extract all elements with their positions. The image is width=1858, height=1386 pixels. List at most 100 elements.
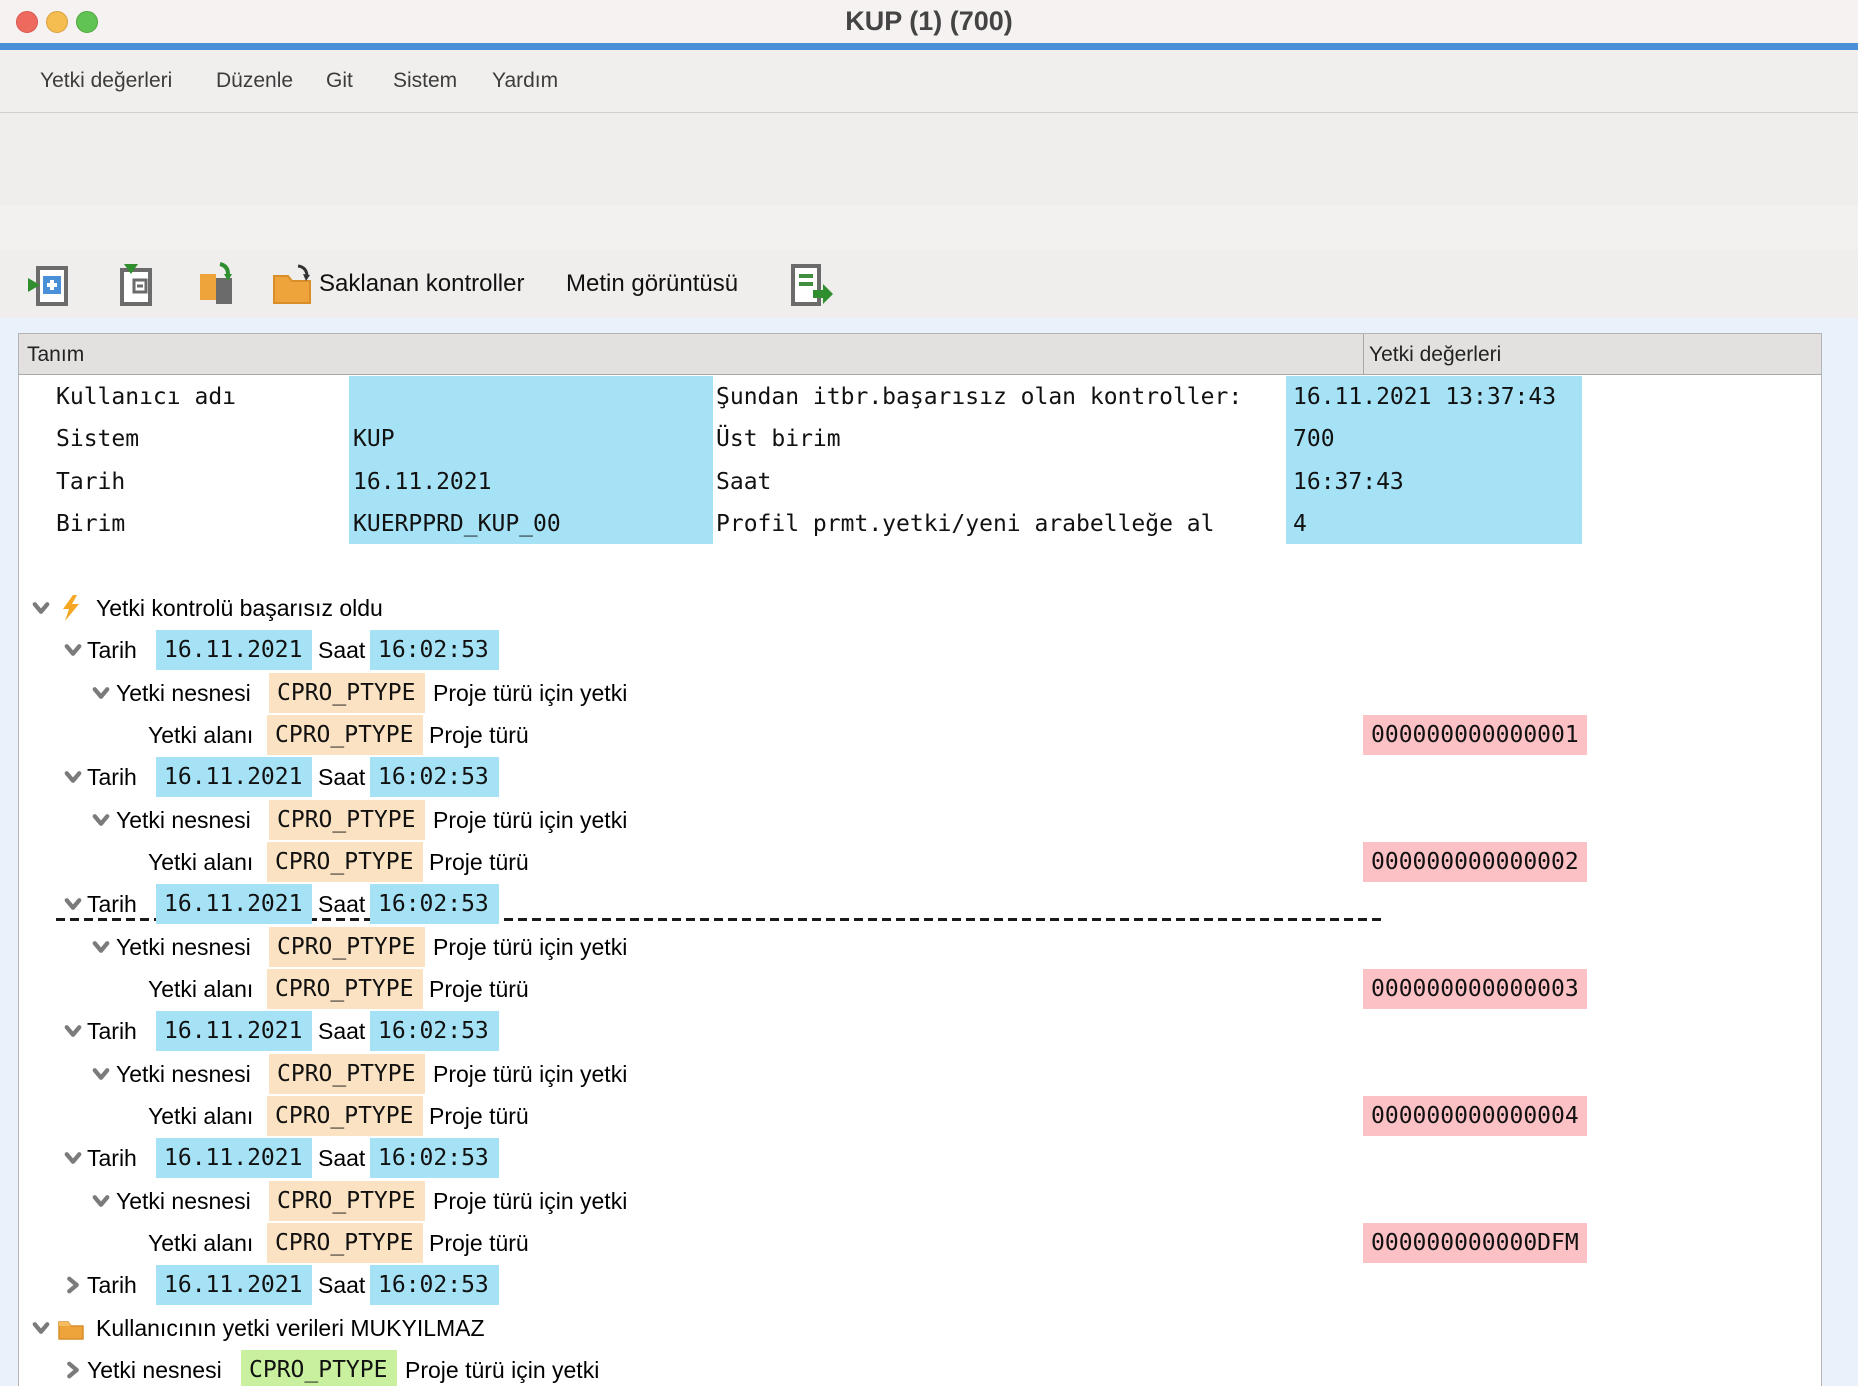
menu-yardim[interactable]: Yardım xyxy=(488,50,562,112)
tree-row-alan: Yetki alanıCPRO_PTYPEProje türü000000000… xyxy=(19,841,1823,883)
tree-node-expanded-icon[interactable] xyxy=(91,1064,111,1084)
tree-node-expanded-icon[interactable] xyxy=(63,767,83,787)
menu-git[interactable]: Git xyxy=(322,50,357,112)
saat-label: Saat xyxy=(318,756,365,798)
authorization-field-value: 000000000000001 xyxy=(1363,715,1587,755)
table-header: Tanım Yetki değerleri xyxy=(19,334,1821,375)
column-header-tanim[interactable]: Tanım xyxy=(27,334,84,375)
saved-checks-label[interactable]: Saklanan kontroller xyxy=(319,250,524,318)
tree-row-tarih: Tarih 16.11.2021Saat16:02:53 xyxy=(19,1264,1823,1306)
authorization-field-code: CPRO_PTYPE xyxy=(267,1223,423,1263)
menu-sistem[interactable]: Sistem xyxy=(389,50,461,112)
tree-row-alan: Yetki alanıCPRO_PTYPEProje türü000000000… xyxy=(19,1222,1823,1264)
tree-row-nesne: Yetki nesnesiCPRO_PTYPEProje türü için y… xyxy=(19,799,1823,841)
info-label2: Saat xyxy=(716,461,771,503)
saat-label: Saat xyxy=(318,883,365,925)
authorization-object-description: Proje türü için yetki xyxy=(433,926,627,968)
tarih-label: Tarih xyxy=(87,1264,137,1306)
tree-node-expanded-icon[interactable] xyxy=(63,894,83,914)
saat-time-value: 16:02:53 xyxy=(370,1138,499,1178)
yetki-alani-label: Yetki alanı xyxy=(148,714,253,756)
tree-row-nesne: Yetki nesnesiCPRO_PTYPEProje türü için y… xyxy=(19,1180,1823,1222)
authorization-data-table: Tanım Yetki değerleri Kullanıcı adı Şund… xyxy=(18,333,1822,1386)
authorization-object-code: CPRO_PTYPE xyxy=(241,1350,397,1386)
authorization-field-description: Proje türü xyxy=(429,968,529,1010)
info-value: KUP xyxy=(353,418,395,460)
tree-node-expanded-icon[interactable] xyxy=(91,937,111,957)
tree-row-alan: Yetki alanıCPRO_PTYPEProje türü000000000… xyxy=(19,968,1823,1010)
collapse-all-icon[interactable] xyxy=(112,262,158,313)
yetki-nesnesi-label: Yetki nesnesi xyxy=(116,1053,251,1095)
yetki-nesnesi-label: Yetki nesnesi xyxy=(116,672,251,714)
tree-row-nesne: Yetki nesnesiCPRO_PTYPEProje türü için y… xyxy=(19,672,1823,714)
saat-time-value: 16:02:53 xyxy=(370,757,499,797)
tarih-date-value: 16.11.2021 xyxy=(156,757,312,797)
menu-bar: Yetki değerleri Düzenle Git Sistem Yardı… xyxy=(0,50,1858,113)
authorization-object-description: Proje türü için yetki xyxy=(433,1180,627,1222)
menu-duzenle[interactable]: Düzenle xyxy=(212,50,297,112)
column-header-yetki-degerleri[interactable]: Yetki değerleri xyxy=(1369,334,1501,375)
info-value: 16.11.2021 xyxy=(353,461,491,503)
tree-node-collapsed-icon[interactable] xyxy=(63,1360,83,1380)
tarih-date-value: 16.11.2021 xyxy=(156,630,312,670)
saved-checks-button[interactable] xyxy=(270,262,316,313)
text-view-button[interactable]: Metin görüntüsü xyxy=(566,250,738,318)
tarih-label: Tarih xyxy=(87,1137,137,1179)
saat-time-value: 16:02:53 xyxy=(370,884,499,924)
authorization-field-value: 000000000000DFM xyxy=(1363,1223,1587,1263)
export-list-icon[interactable] xyxy=(787,262,833,313)
info-label2: Şundan itbr.başarısız olan kontroller: xyxy=(716,376,1242,418)
tree-row-group: Yetki kontrolü başarısız oldu xyxy=(19,587,1823,629)
tree-row-tarih: Tarih16.11.2021Saat16:02:53 xyxy=(19,1137,1823,1179)
tree-group-label: Kullanıcının yetki verileri MUKYILMAZ xyxy=(96,1307,485,1349)
tarih-label: Tarih xyxy=(87,629,137,671)
tree-node-collapsed-icon[interactable] xyxy=(63,1275,83,1295)
expand-all-icon[interactable] xyxy=(26,262,72,313)
authorization-field-code: CPRO_PTYPE xyxy=(267,715,423,755)
authorization-field-value: 000000000000002 xyxy=(1363,842,1587,882)
authorization-field-description: Proje türü xyxy=(429,1095,529,1137)
tarih-date-value: 16.11.2021 xyxy=(156,1265,312,1305)
column-divider[interactable] xyxy=(1363,334,1364,375)
tree-node-expanded-icon[interactable] xyxy=(63,1148,83,1168)
saat-label: Saat xyxy=(318,1264,365,1306)
tarih-date-value: 16.11.2021 xyxy=(156,1011,312,1051)
window-title: KUP (1) (700) xyxy=(0,0,1858,43)
info-label: Sistem xyxy=(56,418,139,460)
tree-row-nesne: Yetki nesnesiCPRO_PTYPEProje türü için y… xyxy=(19,1053,1823,1095)
saat-time-value: 16:02:53 xyxy=(370,1265,499,1305)
tree-node-expanded-icon[interactable] xyxy=(91,810,111,830)
authorization-object-description: Proje türü için yetki xyxy=(433,672,627,714)
tree-row-tarih: Tarih 16.11.2021Saat16:02:53 xyxy=(19,756,1823,798)
tarih-date-value: 16.11.2021 xyxy=(156,1138,312,1178)
application-toolbar: Saklanan kontroller Metin görüntüsü xyxy=(0,250,1858,319)
tarih-label: Tarih xyxy=(87,756,137,798)
yetki-alani-label: Yetki alanı xyxy=(148,968,253,1010)
info-value2: 16.11.2021 13:37:43 xyxy=(1293,376,1556,418)
tree-node-expanded-icon[interactable] xyxy=(91,1191,111,1211)
info-label: Birim xyxy=(56,503,125,545)
authorization-field-code: CPRO_PTYPE xyxy=(267,842,423,882)
paste-icon[interactable] xyxy=(194,262,240,313)
yetki-nesnesi-label: Yetki nesnesi xyxy=(116,799,251,841)
tree-node-expanded-icon[interactable] xyxy=(31,1318,51,1338)
yetki-nesnesi-label: Yetki nesnesi xyxy=(87,1349,222,1386)
authorization-field-value: 000000000000003 xyxy=(1363,969,1587,1009)
saat-time-value: 16:02:53 xyxy=(370,630,499,670)
system-toolbar: « xyxy=(0,113,1858,206)
tree-node-expanded-icon[interactable] xyxy=(63,1021,83,1041)
tarih-label: Tarih xyxy=(87,883,137,925)
info-value2: 16:37:43 xyxy=(1293,461,1404,503)
tree-row-alan: Yetki alanıCPRO_PTYPEProje türü000000000… xyxy=(19,1095,1823,1137)
info-value: KUERPPRD_KUP_00 xyxy=(353,503,561,545)
authorization-field-code: CPRO_PTYPE xyxy=(267,1096,423,1136)
tree-node-expanded-icon[interactable] xyxy=(63,640,83,660)
tree-node-expanded-icon[interactable] xyxy=(91,683,111,703)
menu-yetki-degerleri[interactable]: Yetki değerleri xyxy=(36,50,176,112)
authorization-object-code: CPRO_PTYPE xyxy=(269,1054,425,1094)
tree-node-expanded-icon[interactable] xyxy=(31,598,51,618)
tree-row-alan: Yetki alanıCPRO_PTYPEProje türü000000000… xyxy=(19,714,1823,756)
yetki-nesnesi-label: Yetki nesnesi xyxy=(116,926,251,968)
info-value2: 4 xyxy=(1293,503,1307,545)
info-label: Kullanıcı adı xyxy=(56,376,236,418)
